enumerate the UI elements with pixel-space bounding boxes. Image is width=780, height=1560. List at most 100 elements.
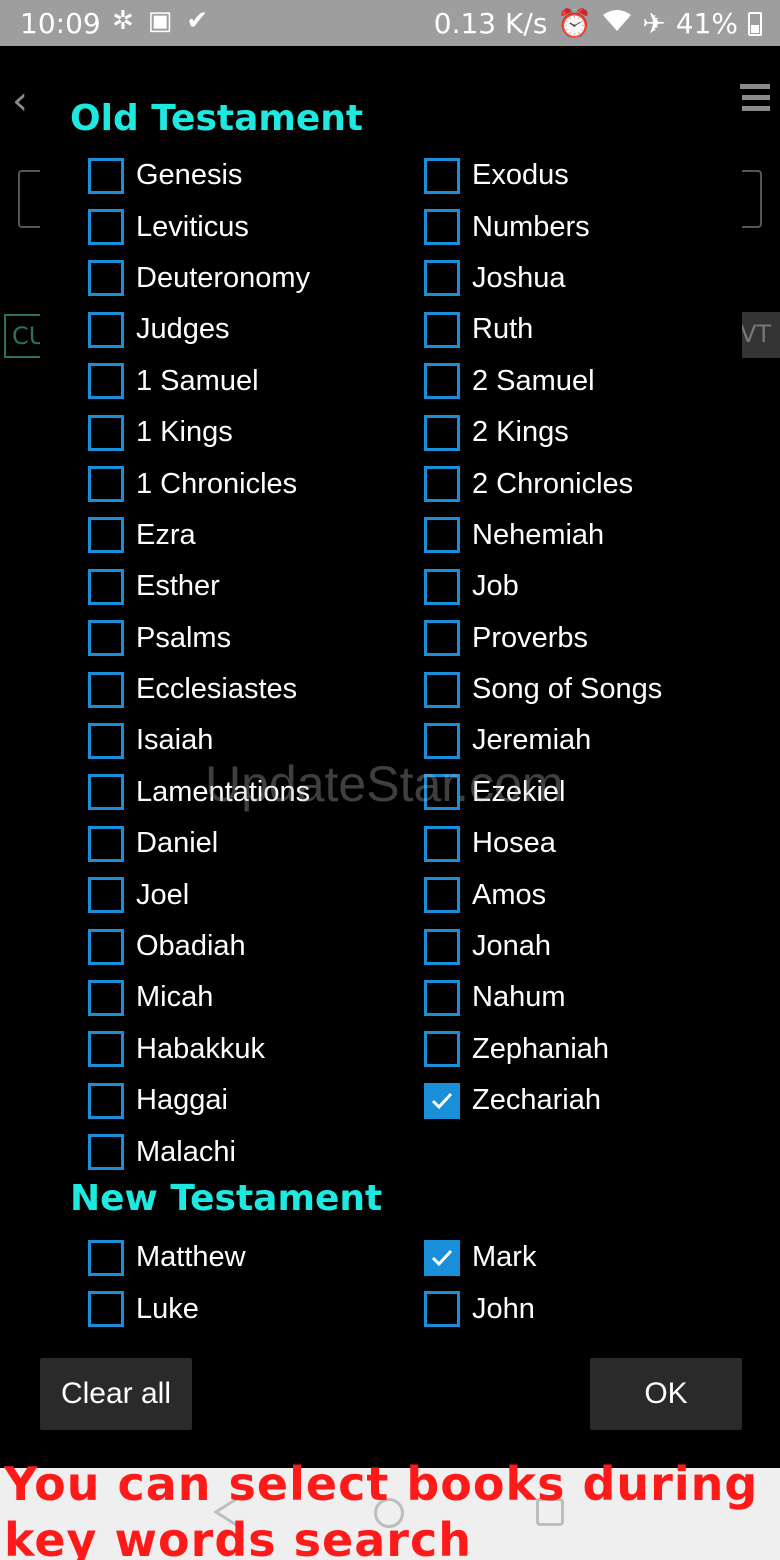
checkbox[interactable] — [88, 209, 124, 246]
book-item[interactable]: Obadiah — [88, 921, 424, 972]
checkbox[interactable] — [88, 1239, 124, 1276]
book-item[interactable]: Isaiah — [88, 715, 424, 766]
checkbox[interactable] — [88, 311, 124, 348]
book-label: Jonah — [472, 930, 552, 963]
checkbox[interactable] — [88, 979, 124, 1016]
book-label: Job — [472, 570, 519, 603]
book-item[interactable]: Nahum — [424, 972, 742, 1023]
clear-all-button[interactable]: Clear all — [40, 1358, 192, 1430]
checkbox[interactable] — [88, 774, 124, 811]
book-item[interactable]: Song of Songs — [424, 664, 742, 715]
book-item[interactable]: Jonah — [424, 921, 742, 972]
checkbox[interactable] — [424, 877, 460, 914]
book-item[interactable]: Lamentations — [88, 767, 424, 818]
book-item[interactable]: Joshua — [424, 253, 742, 304]
book-item[interactable]: Matthew — [88, 1232, 424, 1283]
book-item[interactable]: Jeremiah — [424, 715, 742, 766]
checkbox-checked[interactable] — [424, 1239, 460, 1276]
book-item[interactable]: 2 Samuel — [424, 356, 742, 407]
status-bar: 10:09 ✲▣✔ 0.13 K/s ⏰ ✈ 41% — [0, 0, 780, 46]
book-item[interactable]: Zechariah — [424, 1075, 742, 1126]
book-item[interactable]: Esther — [88, 561, 424, 612]
book-item[interactable]: Joel — [88, 869, 424, 920]
book-item[interactable]: Habakkuk — [88, 1024, 424, 1075]
checkmark-icon: ✔ — [186, 6, 223, 36]
checkbox[interactable] — [88, 620, 124, 657]
checkbox[interactable] — [424, 260, 460, 297]
checkbox[interactable] — [424, 825, 460, 862]
checkbox[interactable] — [88, 414, 124, 451]
book-selection-dialog: Old Testament Genesis Exodus Leviticus Numb… — [40, 90, 742, 1440]
book-label: Mark — [472, 1241, 537, 1274]
book-item[interactable]: Ruth — [424, 304, 742, 355]
book-item[interactable]: Judges — [88, 304, 424, 355]
book-item[interactable]: Proverbs — [424, 613, 742, 664]
book-item[interactable]: Exodus — [424, 150, 742, 201]
book-item[interactable]: Ezekiel — [424, 767, 742, 818]
checkbox[interactable] — [88, 260, 124, 297]
book-item[interactable]: John — [424, 1283, 742, 1334]
checkbox[interactable] — [88, 825, 124, 862]
checkbox[interactable] — [424, 671, 460, 708]
checkbox[interactable] — [88, 1291, 124, 1328]
book-item[interactable]: Nehemiah — [424, 510, 742, 561]
checkbox[interactable] — [424, 620, 460, 657]
checkbox[interactable] — [424, 466, 460, 503]
book-item[interactable]: Hosea — [424, 818, 742, 869]
book-item[interactable]: 2 Chronicles — [424, 458, 742, 509]
book-item[interactable]: Job — [424, 561, 742, 612]
status-time: 10:09 — [20, 7, 101, 40]
checkbox[interactable] — [88, 722, 124, 759]
book-item[interactable]: Haggai — [88, 1075, 424, 1126]
checkbox[interactable] — [424, 722, 460, 759]
book-item[interactable]: Mark — [424, 1232, 742, 1283]
checkbox[interactable] — [88, 157, 124, 194]
book-item[interactable]: Genesis — [88, 150, 424, 201]
checkbox[interactable] — [88, 877, 124, 914]
book-item[interactable]: Zephaniah — [424, 1024, 742, 1075]
book-label: Joel — [136, 878, 190, 911]
checkbox[interactable] — [88, 928, 124, 965]
book-item[interactable]: 1 Samuel — [88, 356, 424, 407]
book-item[interactable]: Daniel — [88, 818, 424, 869]
back-icon[interactable]: ‹ — [12, 78, 28, 124]
checkbox[interactable] — [424, 209, 460, 246]
checkbox[interactable] — [88, 1082, 124, 1119]
checkbox[interactable] — [88, 671, 124, 708]
checkbox[interactable] — [424, 311, 460, 348]
checkbox[interactable] — [424, 928, 460, 965]
checkbox-checked[interactable] — [424, 1082, 460, 1119]
checkbox[interactable] — [88, 568, 124, 605]
checkbox[interactable] — [424, 774, 460, 811]
checkbox[interactable] — [88, 1134, 124, 1171]
book-item[interactable]: Ecclesiastes — [88, 664, 424, 715]
book-label: 1 Samuel — [136, 364, 259, 397]
checkbox[interactable] — [424, 1291, 460, 1328]
book-item[interactable]: Luke — [88, 1283, 424, 1334]
checkbox[interactable] — [88, 517, 124, 554]
book-item[interactable]: 1 Chronicles — [88, 458, 424, 509]
checkbox[interactable] — [424, 363, 460, 400]
checkbox[interactable] — [88, 466, 124, 503]
book-item[interactable]: Leviticus — [88, 201, 424, 252]
book-item[interactable]: 1 Kings — [88, 407, 424, 458]
book-item[interactable]: Amos — [424, 869, 742, 920]
checkbox[interactable] — [424, 517, 460, 554]
checkbox[interactable] — [424, 979, 460, 1016]
checkbox[interactable] — [424, 568, 460, 605]
book-item[interactable]: Numbers — [424, 201, 742, 252]
book-item[interactable]: Ezra — [88, 510, 424, 561]
checkbox[interactable] — [424, 414, 460, 451]
checkbox[interactable] — [88, 1031, 124, 1068]
book-item[interactable]: 2 Kings — [424, 407, 742, 458]
ok-button[interactable]: OK — [590, 1358, 742, 1430]
book-item[interactable]: Micah — [88, 972, 424, 1023]
book-item[interactable]: Psalms — [88, 613, 424, 664]
book-list-scroll[interactable]: Old Testament Genesis Exodus Leviticus Numb… — [40, 90, 742, 1340]
checkbox[interactable] — [88, 363, 124, 400]
book-item[interactable]: Deuteronomy — [88, 253, 424, 304]
menu-icon[interactable] — [740, 84, 770, 117]
checkbox[interactable] — [424, 157, 460, 194]
checkbox[interactable] — [424, 1031, 460, 1068]
book-item[interactable]: Malachi — [88, 1126, 424, 1177]
